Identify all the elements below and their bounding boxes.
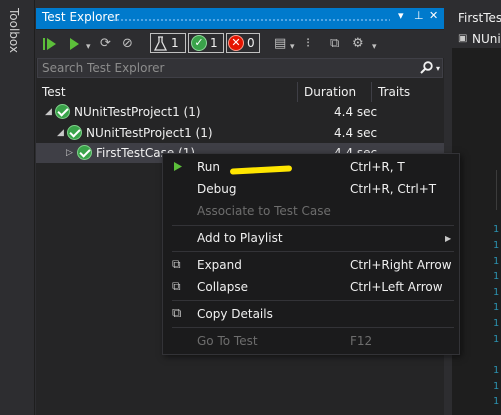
menu-shortcut: F12 <box>350 334 373 348</box>
editor-tab[interactable]: FirstTest <box>458 11 501 25</box>
line-number: 1 <box>493 240 500 251</box>
menu-item-copy-details[interactable]: Copy Details <box>197 307 273 321</box>
class-icon: ▣ <box>458 33 468 44</box>
passed-count: 1 <box>210 36 218 50</box>
expand-arrow-icon[interactable]: ◢ <box>57 128 64 138</box>
passed-icon <box>55 104 70 119</box>
line-number: 1 <box>493 318 500 329</box>
menu-item-associate-test-case: Associate to Test Case <box>197 204 331 218</box>
window-position-dropdown-icon[interactable]: ▾ <box>398 9 404 22</box>
guide-line <box>496 170 497 210</box>
line-number: 1 <box>493 302 500 313</box>
search-box[interactable] <box>37 58 443 78</box>
failed-count: 0 <box>247 36 255 50</box>
line-number: 1 <box>493 271 500 282</box>
menu-item-debug[interactable]: Debug <box>197 182 236 196</box>
pin-icon[interactable]: ⊥ <box>414 9 424 22</box>
line-number: 1 <box>493 396 500 407</box>
titlebar-grip <box>112 18 390 22</box>
playlist-icon[interactable]: ▤ <box>274 36 286 52</box>
tree-item-duration: 4.4 sec <box>334 126 378 140</box>
run-icon <box>174 162 182 171</box>
close-icon[interactable]: ✕ <box>429 9 438 22</box>
passed-icon <box>77 145 92 160</box>
group-by-icon[interactable]: ⁝ <box>306 36 310 52</box>
menu-item-expand[interactable]: Expand <box>197 258 242 272</box>
menu-item-go-to-test: Go To Test <box>197 334 258 348</box>
menu-shortcut: Ctrl+R, Ctrl+T <box>350 182 437 196</box>
menu-separator <box>172 300 454 301</box>
playlist-dropdown-icon[interactable]: ▾ <box>290 39 295 55</box>
line-number: 1 <box>493 287 500 298</box>
toolbox-tab[interactable]: Toolbox <box>7 8 21 53</box>
line-number: 1 <box>493 224 500 235</box>
menu-shortcut: Ctrl+R, T <box>350 160 405 174</box>
tree-item-project[interactable]: NUnitTestProject1 (1) <box>74 102 201 122</box>
failed-icon: ✕ <box>228 35 244 51</box>
navigation-dropdown[interactable]: NUni <box>472 32 501 46</box>
collapse-arrow-icon[interactable]: ▷ <box>66 148 73 158</box>
expand-arrow-icon[interactable]: ◢ <box>45 107 52 117</box>
settings-gear-icon[interactable]: ⚙ <box>352 36 364 52</box>
collapse-all-icon: ⧉ <box>172 279 181 293</box>
repeat-last-run-icon[interactable]: ⟳ <box>100 36 111 52</box>
line-number: 1 <box>493 256 500 267</box>
passed-icon: ✓ <box>191 35 207 51</box>
menu-item-collapse[interactable]: Collapse <box>197 280 248 294</box>
copy-icon: ⧉ <box>172 306 182 321</box>
menu-separator <box>172 327 454 328</box>
tree-item-namespace[interactable]: NUnitTestProject1 (1) <box>86 123 213 143</box>
settings-dropdown-icon[interactable]: ▾ <box>372 39 377 55</box>
menu-item-run[interactable]: Run <box>197 160 220 174</box>
expand-all-icon: ⧉ <box>172 257 181 271</box>
column-header-test[interactable]: Test <box>36 82 298 102</box>
menu-shortcut: Ctrl+Right Arrow <box>350 258 452 272</box>
cancel-run-icon[interactable]: ⊘ <box>122 36 133 52</box>
flask-icon <box>154 36 167 51</box>
tree-item-duration: 4.4 sec <box>334 105 378 119</box>
line-number: 1 <box>493 334 500 345</box>
panel-title: Test Explorer <box>42 10 120 24</box>
search-input[interactable] <box>42 61 402 75</box>
menu-separator <box>172 251 454 252</box>
run-icon[interactable] <box>68 37 80 51</box>
column-header-duration[interactable]: Duration <box>298 82 372 102</box>
column-header-traits[interactable]: Traits <box>372 82 444 102</box>
submenu-arrow-icon: ▶ <box>445 234 452 243</box>
search-icon[interactable] <box>420 61 434 75</box>
line-number: 1 <box>493 381 500 392</box>
run-all-icon[interactable] <box>42 37 58 51</box>
run-dropdown-icon[interactable]: ▾ <box>86 39 91 55</box>
menu-separator <box>172 225 454 226</box>
search-options-dropdown-icon[interactable]: ▾ <box>436 64 440 73</box>
passed-icon <box>67 125 82 140</box>
menu-item-add-to-playlist[interactable]: Add to Playlist <box>197 231 283 245</box>
toolbox-strip <box>0 0 35 415</box>
columns-icon[interactable]: ⧉ <box>330 36 339 52</box>
flask-count: 1 <box>171 36 179 50</box>
line-number: 1 <box>493 365 500 376</box>
menu-shortcut: Ctrl+Left Arrow <box>350 280 443 294</box>
